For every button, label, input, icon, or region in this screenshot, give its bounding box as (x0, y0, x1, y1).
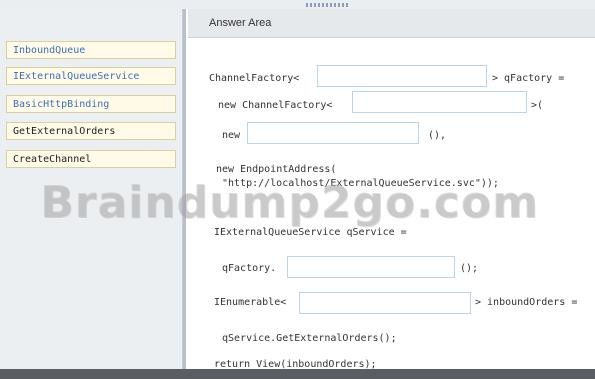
code-line-7b: > inboundOrders = (475, 297, 578, 308)
drop-slot-1[interactable] (317, 65, 487, 87)
code-line-3a: new (222, 130, 241, 141)
code-line-5-text: IExternalQueueService qService = (214, 227, 407, 238)
answer-area: Answer Area ChannelFactory< > qFactory =… (40, 9, 595, 370)
drag-handle[interactable] (306, 3, 350, 7)
drop-slot-2[interactable] (352, 91, 527, 113)
bottom-bar (0, 369, 595, 379)
drop-slot-3[interactable] (247, 122, 419, 144)
code-line-1a: ChannelFactory< (209, 73, 300, 84)
choice-get-external-orders[interactable]: GetExternalOrders (6, 122, 176, 140)
code-line-7a: IEnumerable< (214, 297, 287, 308)
choice-basic-http-binding[interactable]: BasicHttpBinding (6, 95, 176, 113)
choice-iexternal-queue-service[interactable]: IExternalQueueService (6, 67, 176, 85)
drop-slot-4[interactable] (287, 256, 455, 278)
answer-area-header: Answer Area (188, 9, 595, 38)
choice-create-channel[interactable]: CreateChannel (6, 150, 176, 168)
choice-inbound-queue[interactable]: InboundQueue (6, 41, 176, 59)
code-line-5: IExternalQueueService qService = (214, 227, 407, 238)
code-line-8: qService.GetExternalOrders(); (222, 333, 397, 344)
watermark: Braindump2go.com (40, 177, 539, 228)
code-line-2b: >( (531, 100, 544, 111)
top-bar (0, 0, 595, 9)
code-line-6a: qFactory. (222, 263, 277, 274)
code-line-3b: (), (428, 130, 447, 141)
answer-area-title: Answer Area (209, 17, 272, 29)
code-line-2a: new ChannelFactory< (218, 100, 333, 111)
code-line-4a: new EndpointAddress( (216, 164, 337, 175)
drop-slot-5[interactable] (299, 292, 471, 314)
code-line-6b: (); (460, 263, 479, 274)
code-line-1b: > qFactory = (492, 73, 565, 84)
